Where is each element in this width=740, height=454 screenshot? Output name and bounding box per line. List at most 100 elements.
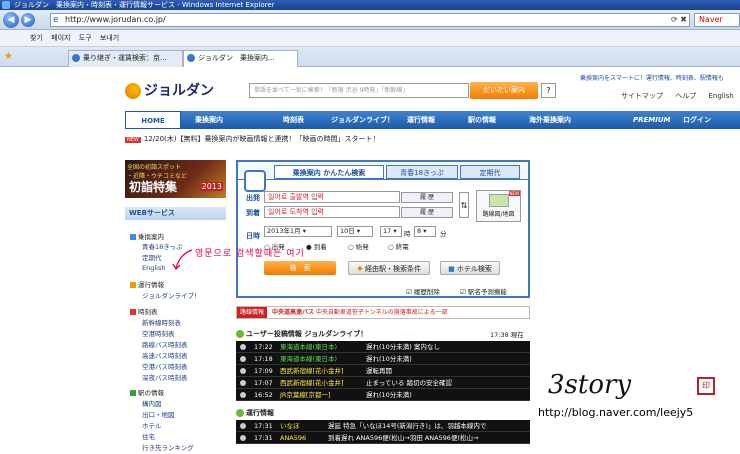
- sidebar-item-map[interactable]: 構内図: [142, 398, 162, 408]
- datetime-label: 日時: [246, 232, 260, 240]
- window-titlebar: ジョルダン 乗換案内・時刻表・運行情報サービス - Windows Intern…: [0, 0, 740, 10]
- map-icon: [489, 194, 509, 207]
- swap-icon[interactable]: ⇅: [459, 192, 469, 218]
- station-predict-checkbox[interactable]: ☑ 駅名予測機能: [460, 286, 507, 296]
- help-link[interactable]: ヘルプ: [675, 92, 696, 100]
- forward-button[interactable]: ▶: [21, 13, 35, 27]
- from-history-button[interactable]: 履 歴: [401, 192, 453, 203]
- day-select[interactable]: 10日 ▾: [337, 226, 373, 237]
- nav-operation[interactable]: 運行情報: [407, 111, 435, 129]
- sitemap-link[interactable]: サイトマップ: [621, 92, 663, 100]
- menu-item[interactable]: 찾기: [30, 34, 43, 42]
- tab-easy-search[interactable]: 乗換案内 かんたん検索: [274, 165, 384, 179]
- hotel-search-button[interactable]: ■ ホテル検索: [440, 261, 500, 275]
- handwritten-annotation: 영문으로 검색할때는 여기: [195, 249, 305, 259]
- search-box[interactable]: Naver: [694, 13, 740, 27]
- hatsumode-banner[interactable]: 全国の初詣スポット ・近隣・ウチコミなど 初詣特集 2013: [125, 160, 226, 198]
- new-badge: NEW: [125, 137, 141, 143]
- live-row[interactable]: 16:52 JR京葉線[京都一] 遅れ(10分未満): [236, 389, 530, 401]
- sidebar-item-bus[interactable]: 路線バス時刻表: [142, 339, 188, 349]
- sidebar-item-hotel[interactable]: ホテル: [142, 420, 162, 430]
- live-row[interactable]: 17:22 東海道本線(東日本) 遅れ(10分未満) 案内なし: [236, 341, 530, 353]
- window-title: ジョルダン 乗換案内・時刻表・運行情報サービス - Windows Intern…: [14, 1, 275, 9]
- to-history-button[interactable]: 履 歴: [401, 207, 453, 218]
- operation-row[interactable]: 17:31 いなほ 遅延 特急「いなほ14号(新潟行き)」は、羽越本線内で: [236, 420, 530, 432]
- to-input[interactable]: 일어로 도착역 입력: [264, 206, 400, 218]
- nav-timetable[interactable]: 時刻表: [283, 111, 304, 129]
- sidebar-item-operation[interactable]: 運行情報: [130, 279, 164, 289]
- sidebar-item-exit[interactable]: 出口・地図: [142, 409, 175, 419]
- sidebar-item-night-bus[interactable]: 深夜バス時刻表: [142, 372, 188, 382]
- menu-item[interactable]: 페이지: [51, 34, 70, 42]
- menu-bar: 찾기 페이지 도구 보내기: [0, 30, 740, 47]
- operation-list: 17:31 いなほ 遅延 特急「いなほ14号(新潟行き)」は、羽越本線内で 17:3…: [236, 420, 530, 444]
- news-line[interactable]: NEW 12/20(木)【無料】乗換案内が映画情報と連携！「映画の時間」スタート！: [125, 134, 379, 144]
- sidebar-item-teiki[interactable]: 定期代: [142, 252, 162, 262]
- menu-item[interactable]: 보내기: [100, 34, 119, 42]
- sidebar-item-shinkansen[interactable]: 新幹線時刻表: [142, 317, 181, 327]
- hour-unit: 時: [404, 230, 411, 238]
- sidebar-item-airport[interactable]: 空港時刻表: [142, 328, 175, 338]
- route-info-bar[interactable]: 路線情報 中央道高速バス 中央自動車道笹子トンネルの崩落事故による一部: [236, 306, 530, 319]
- back-button[interactable]: ◀: [3, 12, 19, 28]
- nav-transfer[interactable]: 乗換案内: [195, 111, 223, 129]
- search-button[interactable]: 検 索: [264, 261, 336, 275]
- history-delete-checkbox[interactable]: ☑ 履歴削除: [406, 286, 440, 296]
- live-timestamp: 17:38 現在: [490, 331, 524, 339]
- radio-last-train[interactable]: ○ 終電: [388, 241, 409, 251]
- sidebar-item-transfer[interactable]: 乗換案内: [130, 231, 164, 241]
- sidebar-item-highway-bus[interactable]: 高速バス時刻表: [142, 350, 188, 360]
- refresh-icon[interactable]: ⟳ ✖: [671, 14, 687, 26]
- nav-station[interactable]: 駅の情報: [468, 111, 496, 129]
- sidebar-item-live[interactable]: ジョルダンライブ！: [142, 290, 201, 300]
- sidebar-item-airport-bus[interactable]: 空港バス時刻表: [142, 361, 188, 371]
- sidebar-item-housing[interactable]: 住宅: [142, 431, 155, 441]
- tab-seishun18[interactable]: 青春18きっぷ: [386, 165, 458, 179]
- ie-page-icon: e: [53, 15, 59, 25]
- radio-arrival[interactable]: ● 到着: [306, 241, 327, 251]
- menu-item[interactable]: 도구: [79, 34, 92, 42]
- nav-live[interactable]: ジョルダンライブ！: [331, 111, 394, 129]
- bullet-icon: [240, 368, 246, 374]
- nav-premium[interactable]: PREMIUM: [633, 111, 671, 129]
- favorites-star-icon[interactable]: ★: [4, 51, 13, 62]
- browser-tab-active[interactable]: ジョルダン 乗換案内...: [183, 50, 298, 67]
- logo-mark-icon: [125, 83, 141, 99]
- sidebar-item-station[interactable]: 駅の情報: [130, 387, 164, 397]
- radio-first-train[interactable]: ○ 始発: [348, 241, 369, 251]
- via-condition-button[interactable]: ✚ 経由駅・検索条件: [348, 261, 430, 275]
- station-icon: [130, 390, 136, 396]
- site-search-input[interactable]: 単語を並べて一気に検索！「新宿 渋谷 9時発」「新幹線」: [249, 83, 469, 98]
- url-input[interactable]: e http://www.jorudan.co.jp/ ⟳ ✖: [50, 13, 690, 27]
- sidebar-item-english[interactable]: English: [142, 264, 165, 272]
- nav-overseas[interactable]: 海外乗換案内: [529, 111, 571, 129]
- live-row[interactable]: 17:09 西武新宿線[花小金井] 運転再開: [236, 365, 530, 377]
- help-button[interactable]: ?: [541, 83, 556, 98]
- nav-home[interactable]: HOME: [125, 111, 181, 129]
- web-service-header: WEBサービス: [125, 207, 226, 220]
- sidebar-item-timetable[interactable]: 時刻表: [130, 306, 158, 316]
- sidebar-item-ranking[interactable]: 行き先ランキング: [142, 442, 194, 452]
- site-logo[interactable]: ジョルダン: [125, 80, 214, 100]
- nav-login[interactable]: ログイン: [683, 111, 711, 129]
- bullet-icon: [240, 392, 246, 398]
- live-row[interactable]: 17:18 東海道本線(東日本) 遅れ(10分未満): [236, 353, 530, 365]
- tab-icon: [187, 54, 195, 62]
- blog-url-watermark: http://blog.naver.com/leejy5: [538, 406, 694, 419]
- month-select[interactable]: 2013年1月 ▾: [264, 226, 332, 237]
- arrow-circle-icon: [236, 409, 244, 417]
- main-nav: HOME 乗換案内 時刻表 ジョルダンライブ！ 運行情報 駅の情報 海外乗換案内…: [125, 111, 740, 129]
- hour-select[interactable]: 17 ▾: [380, 226, 402, 237]
- live-section-header: ユーザー投稿情報 ジョルダンライブ！: [236, 329, 367, 339]
- from-input[interactable]: 일어로 출발역 입력: [264, 191, 400, 203]
- plus-icon: ✚: [356, 265, 363, 273]
- english-link[interactable]: English: [708, 92, 733, 100]
- operation-row[interactable]: 17:31 ANA596 到着遅れ ANA596便(松山→羽田 ANA596便(松山…: [236, 432, 530, 444]
- live-row[interactable]: 17:07 西武新宿線[花小金井] 止まっている 踏切の安全確認: [236, 377, 530, 389]
- site-search-button[interactable]: だいたい案内: [470, 82, 538, 99]
- browser-tab[interactable]: 乗り継ぎ・運賃検索：京...: [68, 50, 183, 67]
- route-map-button[interactable]: NEW 路線図/地図: [476, 190, 521, 222]
- address-bar: ◀ ▶ e http://www.jorudan.co.jp/ ⟳ ✖ Nave…: [0, 10, 740, 30]
- minute-select[interactable]: 8 ▾: [414, 226, 436, 237]
- tab-teiki[interactable]: 定期代: [460, 165, 520, 179]
